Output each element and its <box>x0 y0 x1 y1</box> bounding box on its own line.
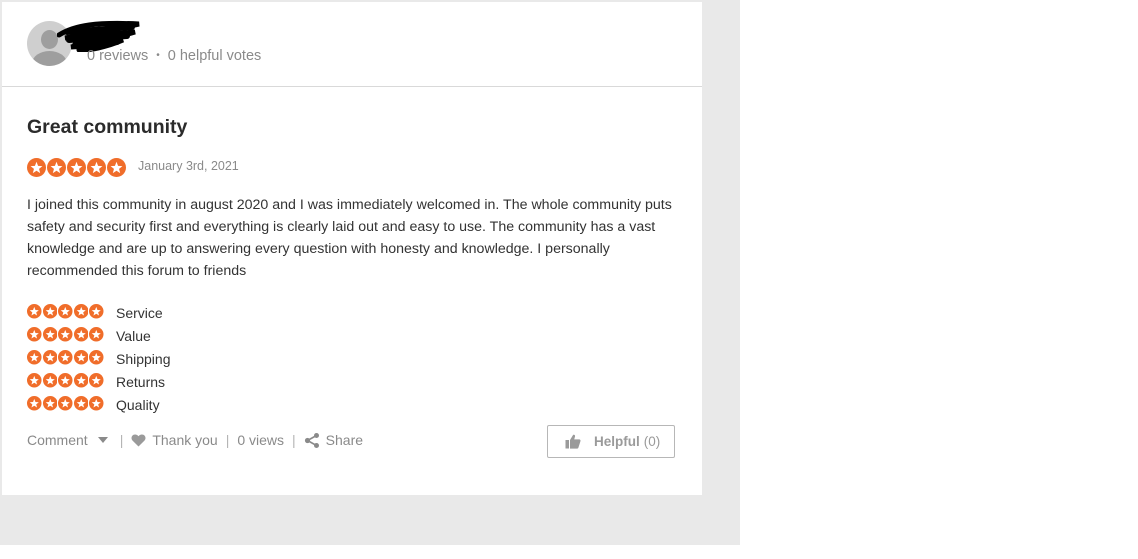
reviewer-header: 0 reviews • 0 helpful votes <box>2 2 702 87</box>
chevron-down-icon <box>97 437 108 443</box>
helpful-votes-count: 0 helpful votes <box>167 48 262 64</box>
criterion-stars <box>27 327 104 342</box>
review-title[interactable]: Great community <box>27 116 187 139</box>
heart-icon <box>131 433 146 447</box>
star-icon <box>73 327 88 342</box>
overall-rating-stars <box>27 158 126 177</box>
reviews-count[interactable]: 0 reviews <box>87 48 148 64</box>
star-icon <box>89 373 104 388</box>
criterion-label: Shipping <box>116 351 171 367</box>
star-icon <box>67 158 86 177</box>
criterion-label: Service <box>116 305 163 321</box>
helpful-count: (0) <box>643 434 661 449</box>
star-icon <box>89 396 104 411</box>
thank-you-button[interactable]: Thank you <box>131 432 218 448</box>
criterion-label: Returns <box>116 374 166 390</box>
star-icon <box>87 158 106 177</box>
star-icon <box>73 396 88 411</box>
star-icon <box>47 158 66 177</box>
share-label: Share <box>325 432 364 448</box>
thank-you-label: Thank you <box>152 432 218 448</box>
comment-button[interactable]: Comment <box>27 432 112 448</box>
review-card: 0 reviews • 0 helpful votes Great communit… <box>2 2 702 495</box>
star-icon <box>89 350 104 365</box>
star-icon <box>58 396 73 411</box>
action-divider: | <box>119 432 124 448</box>
star-icon <box>42 396 57 411</box>
share-icon <box>304 432 319 448</box>
star-icon <box>89 327 104 342</box>
star-icon <box>58 350 73 365</box>
star-icon <box>42 327 57 342</box>
comment-label: Comment <box>27 432 88 448</box>
star-icon <box>89 304 104 319</box>
star-icon <box>42 373 57 388</box>
thumbs-up-icon <box>565 434 581 449</box>
star-icon <box>27 327 42 342</box>
views-count: 0 views <box>237 432 285 448</box>
criterion-label: Value <box>116 328 151 344</box>
share-button[interactable]: Share <box>304 432 363 448</box>
criterion-stars <box>27 396 104 411</box>
review-actions: Comment | Thank you | 0 views | Share <box>27 432 363 448</box>
star-icon <box>73 373 88 388</box>
star-icon <box>27 396 42 411</box>
helpful-button[interactable]: Helpful (0) <box>547 425 675 458</box>
star-icon <box>58 373 73 388</box>
star-icon <box>42 304 57 319</box>
helpful-label: Helpful <box>594 434 640 449</box>
star-icon <box>58 304 73 319</box>
stats-separator: • <box>156 50 160 61</box>
criterion-stars <box>27 373 104 388</box>
star-icon <box>27 350 42 365</box>
criterion-stars <box>27 350 104 365</box>
star-icon <box>27 304 42 319</box>
action-divider: | <box>225 432 230 448</box>
star-icon <box>73 304 88 319</box>
review-body: I joined this community in august 2020 a… <box>27 197 672 279</box>
star-icon <box>27 158 46 177</box>
action-divider: | <box>292 432 296 448</box>
reviewer-stats: 0 reviews • 0 helpful votes <box>87 48 261 64</box>
criterion-stars <box>27 304 104 319</box>
star-icon <box>27 373 42 388</box>
criterion-label: Quality <box>116 397 160 413</box>
review-date: January 3rd, 2021 <box>138 159 239 173</box>
star-icon <box>107 158 126 177</box>
star-icon <box>42 350 57 365</box>
star-icon <box>58 327 73 342</box>
star-icon <box>73 350 88 365</box>
